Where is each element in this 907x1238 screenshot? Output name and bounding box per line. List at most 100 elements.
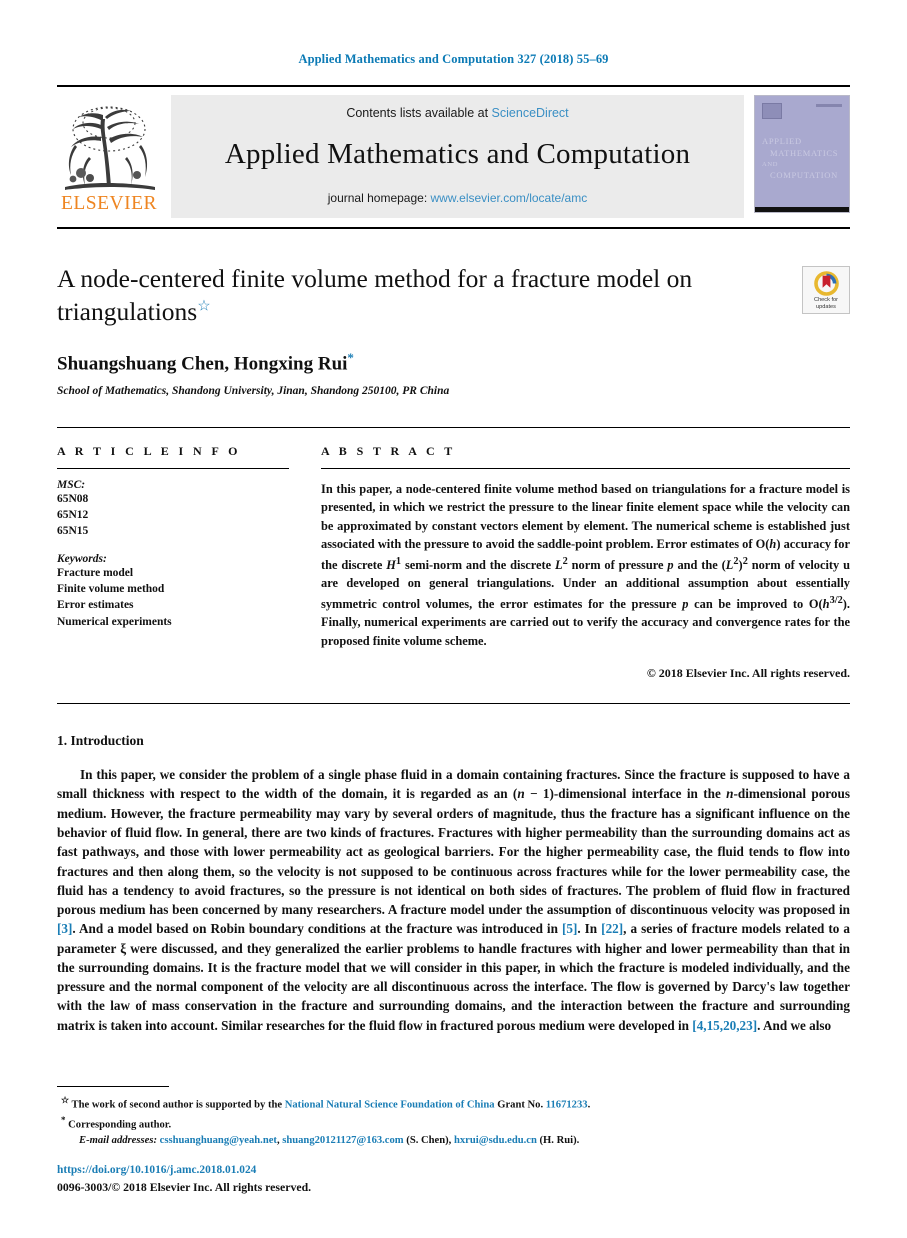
abstract-copyright: © 2018 Elsevier Inc. All rights reserved… (646, 666, 850, 681)
par-seg: . In (577, 921, 602, 937)
cover-bottom-band (755, 207, 849, 212)
footnote-seg: The work of second author is supported b… (71, 1099, 285, 1111)
abstract-seg: norm of pressure (567, 557, 668, 572)
grant-number-link[interactable]: 11671233 (546, 1100, 588, 1111)
crossmark-badge[interactable]: Check for updates (802, 266, 850, 314)
sciencedirect-link[interactable]: ScienceDirect (492, 106, 569, 120)
abstract-rule (321, 467, 850, 469)
abstract-text: In this paper, a node-centered finite vo… (321, 480, 850, 651)
crossmark-label: Check for updates (803, 297, 849, 311)
contents-available-line: Contents lists available at ScienceDirec… (181, 106, 734, 120)
abstract-seg: norm of velocity (747, 557, 844, 572)
email-label: E-mail addresses: (79, 1135, 157, 1147)
abstract-column: A B S T R A C T In this paper, a node-ce… (321, 444, 850, 682)
citation-link[interactable]: [5] (562, 921, 577, 936)
abstract-sup: 3/2 (829, 594, 843, 606)
crossmark-logo-icon (813, 271, 839, 296)
footnote-seg: Grant No. (494, 1099, 546, 1111)
email-link-1[interactable]: csshuanghuang@yeah.net (160, 1135, 277, 1146)
email-author-1: (S. Chen), (406, 1135, 452, 1147)
footnote-divider (57, 1086, 169, 1088)
elsevier-logo: ELSEVIER (57, 95, 161, 214)
abstract-seg: semi-norm and the discrete (401, 557, 556, 572)
par-seg: . And a model based on Robin boundary co… (72, 921, 562, 937)
abstract-var-L: L (555, 557, 563, 572)
abstract-bottom-rule (57, 703, 850, 705)
citation-link[interactable]: [3] (57, 921, 72, 936)
section-heading-introduction: 1. Introduction (57, 733, 144, 749)
page-footer: https://doi.org/10.1016/j.amc.2018.01.02… (57, 1162, 311, 1196)
abstract-seg: and the ( (673, 557, 726, 572)
cover-line-1: APPLIED (762, 136, 802, 146)
journal-masthead: ELSEVIER Contents lists available at Sci… (57, 85, 850, 218)
funding-agency-link[interactable]: National Natural Science Foundation of C… (285, 1100, 495, 1111)
footnote-corresponding: * Corresponding author. (57, 1114, 850, 1133)
msc-code: 65N08 (57, 492, 89, 505)
paper-page: Applied Mathematics and Computation 327 … (0, 0, 907, 1238)
article-info-column: A R T I C L E I N F O MSC: 65N08 65N12 6… (57, 444, 321, 682)
journal-homepage-link[interactable]: www.elsevier.com/locate/amc (431, 191, 588, 205)
citation-link[interactable]: [4,15,20,23] (692, 1018, 757, 1033)
contents-prefix: Contents lists available at (346, 106, 489, 120)
info-abstract-row: A R T I C L E I N F O MSC: 65N08 65N12 6… (57, 428, 850, 682)
journal-info-panel: Contents lists available at ScienceDirec… (171, 95, 744, 218)
footnote-funding: ☆ The work of second author is supported… (57, 1094, 850, 1113)
corresponding-author-marker[interactable]: * (347, 350, 354, 365)
page-title: A node-centered finite volume method for… (57, 262, 717, 328)
running-head: Applied Mathematics and Computation 327 … (298, 52, 609, 66)
intro-paragraph: In this paper, we consider the problem o… (57, 765, 850, 1035)
keyword-item: Numerical experiments (57, 615, 172, 628)
keyword-item: Fracture model (57, 566, 134, 579)
journal-cover-thumbnail: APPLIED MATHEMATICS AND COMPUTATION (754, 95, 850, 213)
abstract-var-u: u (843, 557, 850, 572)
keyword-item: Error estimates (57, 599, 134, 612)
par-seg: , a series of fracture models related to… (57, 921, 851, 1033)
footnote-block: ☆ The work of second author is supported… (57, 1086, 850, 1150)
author-names: Shuangshuang Chen, Hongxing Rui (57, 353, 348, 375)
footnote-star-marker: ☆ (61, 1095, 70, 1106)
cover-line-2: MATHEMATICS (770, 148, 839, 159)
keyword-item: Finite volume method (57, 582, 165, 595)
title-footnote-marker[interactable]: ☆ (197, 299, 210, 315)
par-var-n: n (517, 786, 525, 802)
journal-homepage-line: journal homepage: www.elsevier.com/locat… (181, 191, 734, 205)
msc-code: 65N15 (57, 525, 89, 538)
cover-issn-bar (816, 104, 842, 107)
article-info-heading: A R T I C L E I N F O (57, 443, 241, 458)
abstract-var-H: H (386, 557, 396, 572)
title-block: A node-centered finite volume method for… (57, 229, 850, 397)
elsevier-wordmark: ELSEVIER (60, 193, 158, 214)
article-info-rule (57, 467, 289, 469)
crossmark-line-1: Check for (814, 297, 838, 303)
doi-link[interactable]: https://doi.org/10.1016/j.amc.2018.01.02… (57, 1162, 311, 1179)
keywords-label: Keywords: (57, 552, 107, 565)
crossmark-line-2: updates (816, 303, 836, 310)
paper-title-text: A node-centered finite volume method for… (57, 264, 693, 327)
issn-copyright-line: 0096-3003/© 2018 Elsevier Inc. All right… (57, 1179, 312, 1194)
cover-line-3: AND (762, 160, 779, 168)
cover-line-4: COMPUTATION (770, 170, 838, 181)
abstract-heading: A B S T R A C T (321, 443, 456, 458)
footnote-seg: . (587, 1099, 591, 1111)
author-list: Shuangshuang Chen, Hongxing Rui* (57, 350, 717, 375)
msc-code: 65N12 (57, 508, 89, 521)
email-author-2: (H. Rui). (539, 1135, 580, 1147)
homepage-prefix: journal homepage: (327, 191, 428, 205)
par-seg: . And we also (757, 1017, 832, 1033)
abstract-var-h: h (822, 596, 830, 611)
msc-label: MSC: (57, 478, 86, 491)
journal-title: Applied Mathematics and Computation (224, 138, 691, 170)
elsevier-tree-icon (57, 99, 161, 193)
footnote-seg: Corresponding author. (68, 1119, 172, 1131)
footnote-asterisk-marker: * (61, 1114, 66, 1125)
cover-title-text: APPLIED MATHEMATICS AND COMPUTATION (762, 135, 842, 181)
citation-link[interactable]: [22] (601, 921, 623, 936)
affiliation: School of Mathematics, Shandong Universi… (57, 384, 450, 397)
email-link-3[interactable]: hxrui@sdu.edu.cn (454, 1135, 537, 1146)
cover-publisher-mark-icon (762, 103, 782, 119)
abstract-seg: can be improved to O( (688, 596, 823, 611)
par-seg: − 1)-dimensional interface in the (524, 786, 727, 802)
email-link-2[interactable]: shuang20121127@163.com (282, 1135, 403, 1146)
par-seg: -dimensional porous medium. However, the… (57, 786, 850, 918)
